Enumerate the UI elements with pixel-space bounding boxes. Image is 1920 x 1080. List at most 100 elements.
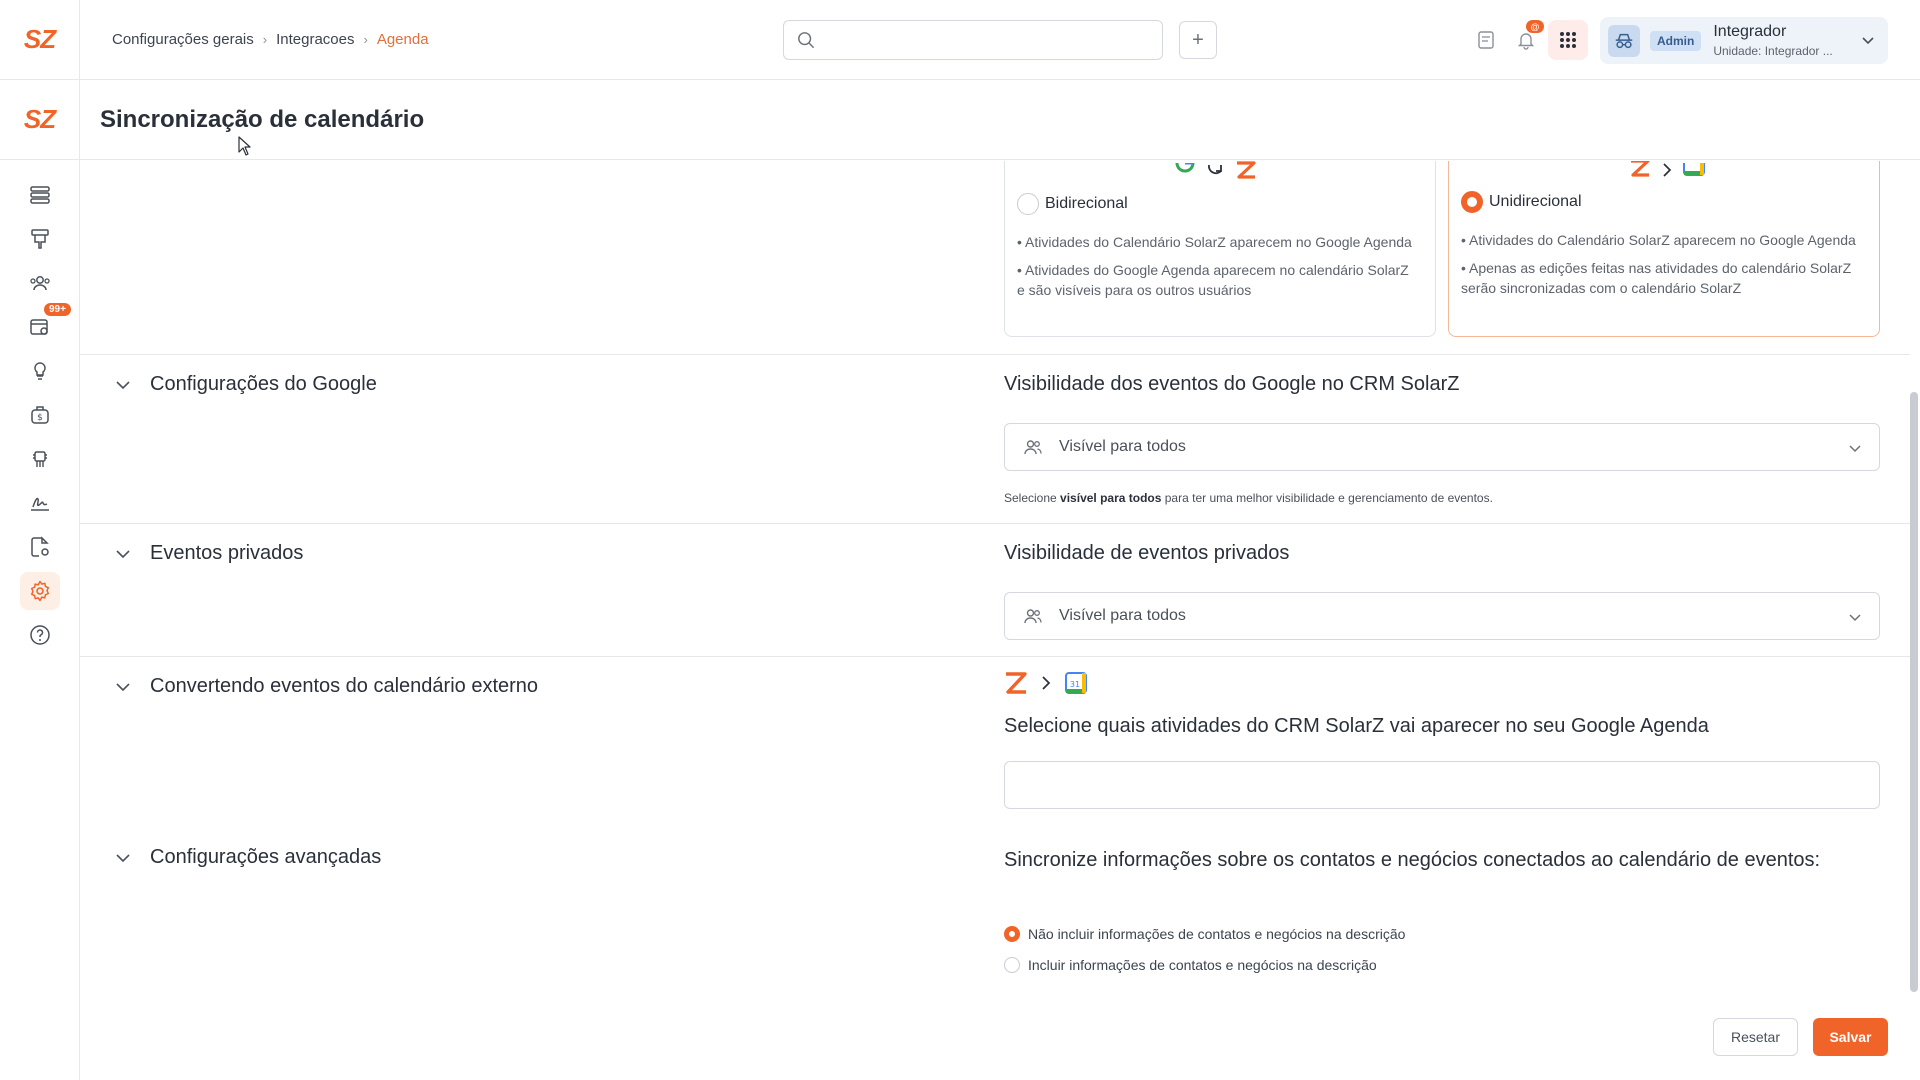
chevron-down-icon bbox=[116, 853, 130, 862]
chevron-down-icon bbox=[116, 380, 130, 389]
scrollbar[interactable] bbox=[1910, 392, 1918, 992]
app-root: SZ Configurações gerais › Integracoes › … bbox=[0, 0, 1920, 1080]
sync-icon bbox=[1208, 164, 1222, 175]
notifications-button[interactable]: @ bbox=[1512, 20, 1544, 54]
reset-button[interactable]: Resetar bbox=[1713, 1018, 1798, 1056]
sidebar-item-help[interactable] bbox=[20, 616, 60, 654]
sidebar-item-calendar[interactable]: 99+ bbox=[20, 303, 71, 346]
section-toggle[interactable]: Eventos privados bbox=[114, 542, 303, 565]
header-logo[interactable]: SZ bbox=[0, 0, 80, 80]
sidebar-item-funnel[interactable] bbox=[20, 220, 60, 258]
helper-bold: visível para todos bbox=[1060, 491, 1162, 505]
solarz-icon bbox=[1006, 672, 1027, 694]
avatar bbox=[1608, 24, 1640, 57]
chevron-down-icon bbox=[116, 549, 130, 558]
apps-menu-button[interactable] bbox=[1548, 20, 1588, 60]
sync-mode-card-unidirectional[interactable]: Unidirecional • Atividades do Calendário… bbox=[1448, 161, 1880, 337]
search-box[interactable] bbox=[783, 20, 1163, 60]
bell-icon bbox=[1517, 33, 1535, 50]
add-button[interactable]: + bbox=[1179, 21, 1217, 59]
radio-unidirectional[interactable] bbox=[1461, 191, 1483, 213]
card-title: Unidirecional bbox=[1489, 193, 1582, 210]
helper-prefix: Selecione bbox=[1004, 491, 1061, 505]
select-value: Visível para todos bbox=[1059, 438, 1186, 455]
card-description: • Atividades do Calendário SolarZ aparec… bbox=[1017, 232, 1417, 308]
footer-actions: Resetar Salvar bbox=[80, 993, 1910, 1080]
help-icon bbox=[30, 625, 50, 645]
calendar-search-icon bbox=[30, 319, 48, 335]
section-toggle[interactable]: Configurações do Google bbox=[114, 373, 377, 396]
grid-dots-icon bbox=[1560, 32, 1576, 48]
field-label: Visibilidade dos eventos do Google no CR… bbox=[1004, 373, 1460, 395]
incognito-icon bbox=[1615, 33, 1633, 48]
card-bullet: • Atividades do Calendário SolarZ aparec… bbox=[1017, 234, 1412, 250]
sidebar: SZ 99+ $ bbox=[0, 80, 80, 1080]
sidebar-item-settings[interactable] bbox=[20, 572, 60, 610]
sidebar-logo[interactable]: SZ bbox=[0, 80, 79, 160]
breadcrumb-item-general[interactable]: Configurações gerais bbox=[112, 31, 254, 48]
card-bullet: • Atividades do Calendário SolarZ aparec… bbox=[1461, 232, 1856, 248]
radio-option-exclude-info[interactable]: Não incluir informações de contatos e ne… bbox=[1004, 926, 1405, 942]
notes-button[interactable] bbox=[1472, 26, 1500, 54]
google-calendar-icon: 31 bbox=[1065, 672, 1087, 694]
sidebar-item-users[interactable] bbox=[20, 264, 60, 302]
card-title: Bidirecional bbox=[1045, 195, 1128, 212]
solarz-icon bbox=[1631, 161, 1650, 177]
user-menu[interactable]: Admin Integrador Unidade: Integrador ... bbox=[1600, 17, 1888, 64]
sidebar-item-documents[interactable] bbox=[20, 528, 60, 566]
select-value: Visível para todos bbox=[1059, 607, 1186, 624]
search-input[interactable] bbox=[825, 32, 1145, 48]
breadcrumb-item-integrations[interactable]: Integracoes bbox=[276, 31, 354, 48]
field-label: Sincronize informações sobre os contatos… bbox=[1004, 849, 1821, 871]
sidebar-item-ideas[interactable] bbox=[20, 352, 60, 390]
search-icon bbox=[798, 32, 814, 48]
activities-multiselect[interactable] bbox=[1004, 761, 1880, 809]
radio-label: Não incluir informações de contatos e ne… bbox=[1028, 926, 1406, 942]
gear-icon bbox=[30, 580, 50, 602]
logo-text: SZ bbox=[23, 104, 56, 134]
lightbulb-icon bbox=[34, 362, 46, 380]
sidebar-item-finance[interactable]: $ bbox=[20, 396, 60, 434]
radio-label: Incluir informações de contatos e negóci… bbox=[1028, 957, 1377, 973]
sidebar-item-list[interactable] bbox=[20, 176, 60, 214]
sidebar-item-signature[interactable] bbox=[20, 484, 60, 522]
sidebar-badge: 99+ bbox=[44, 303, 71, 316]
helper-suffix: para ter uma melhor visibilidade e geren… bbox=[1161, 491, 1493, 505]
chevron-right-icon bbox=[1042, 676, 1051, 690]
section-private-events: Eventos privados Visibilidade de eventos… bbox=[80, 523, 1910, 656]
save-button[interactable]: Salvar bbox=[1813, 1018, 1888, 1056]
breadcrumb: Configurações gerais › Integracoes › Age… bbox=[112, 31, 429, 48]
svg-text:31: 31 bbox=[1070, 680, 1080, 689]
notes-icon bbox=[1478, 31, 1494, 49]
page-title-bar: Sincronização de calendário bbox=[80, 80, 1920, 160]
google-visibility-select[interactable]: Visível para todos bbox=[1004, 423, 1880, 471]
section-title: Eventos privados bbox=[150, 542, 304, 564]
chevron-down-icon bbox=[1849, 614, 1861, 622]
section-toggle[interactable]: Convertendo eventos do calendário extern… bbox=[114, 675, 538, 698]
section-title: Configurações avançadas bbox=[150, 846, 382, 868]
section-toggle[interactable]: Configurações avançadas bbox=[114, 846, 381, 869]
chevron-right-icon: › bbox=[363, 32, 368, 47]
settings-content: Bidirecional • Atividades do Calendário … bbox=[80, 161, 1910, 991]
field-label: Visibilidade de eventos privados bbox=[1004, 542, 1290, 564]
chevron-down-icon bbox=[1849, 445, 1861, 453]
radio-include-info[interactable] bbox=[1004, 957, 1020, 973]
signature-icon bbox=[31, 497, 49, 511]
card-icons bbox=[1629, 161, 1705, 179]
sync-mode-card-bidirectional[interactable]: Bidirecional • Atividades do Calendário … bbox=[1004, 161, 1436, 337]
card-bullet: • Atividades do Google Agenda aparecem n… bbox=[1017, 262, 1409, 298]
private-visibility-select[interactable]: Visível para todos bbox=[1004, 592, 1880, 640]
card-icons bbox=[1175, 161, 1257, 179]
chip-icon bbox=[33, 451, 47, 467]
section-google-settings: Configurações do Google Visibilidade dos… bbox=[80, 354, 1910, 523]
sidebar-item-equipment[interactable] bbox=[20, 440, 60, 478]
radio-bidirectional[interactable] bbox=[1017, 193, 1039, 215]
radio-option-include-info[interactable]: Incluir informações de contatos e negóci… bbox=[1004, 957, 1377, 973]
chevron-down-icon bbox=[1862, 37, 1874, 45]
funnel-icon bbox=[31, 229, 49, 249]
card-description: • Atividades do Calendário SolarZ aparec… bbox=[1461, 230, 1861, 306]
card-bullet: • Apenas as edições feitas nas atividade… bbox=[1461, 260, 1852, 296]
chevron-right-icon bbox=[1663, 163, 1672, 177]
radio-exclude-info[interactable] bbox=[1004, 926, 1020, 942]
section-title: Convertendo eventos do calendário extern… bbox=[150, 675, 539, 697]
